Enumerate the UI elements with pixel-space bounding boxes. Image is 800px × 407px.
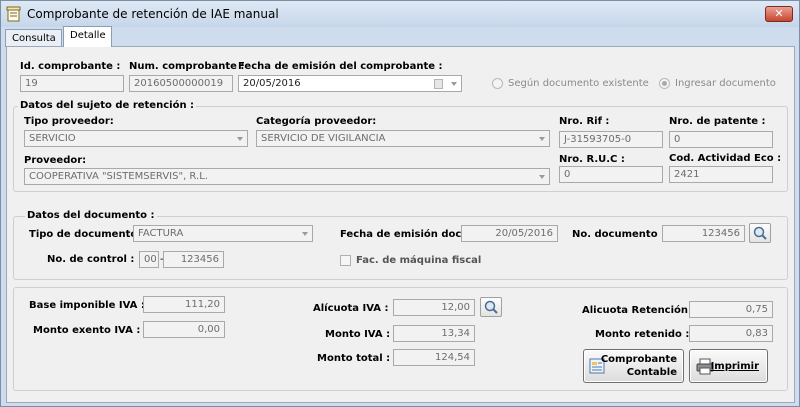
fac-maquina-fiscal-checkbox[interactable] <box>340 255 351 266</box>
alicuota-iva-label: Alícuota IVA : <box>313 303 389 314</box>
title-bar[interactable]: Comprobante de retención de IAE manual ✕ <box>1 1 799 27</box>
nro-ruc-field[interactable]: 0 <box>559 166 663 183</box>
monto-exento-label: Monto exento IVA : <box>33 325 141 336</box>
nro-rif-label: Nro. Rif : <box>559 116 610 127</box>
nro-patente-field[interactable]: 0 <box>669 131 773 148</box>
categoria-proveedor-label: Categoría proveedor: <box>256 116 377 127</box>
radio-documento-existente-label: Según documento existente <box>508 78 649 89</box>
radio-ingresar-documento-label: Ingresar documento <box>675 78 776 89</box>
categoria-proveedor-value: SERVICIO DE VIGILANCIA <box>261 133 386 144</box>
comprobante-button-line2: Contable <box>626 367 677 378</box>
chevron-down-icon[interactable] <box>302 232 308 236</box>
cod-actividad-field[interactable]: 2421 <box>669 166 773 183</box>
nro-ruc-label: Nro. R.U.C : <box>559 154 625 165</box>
radio-documento-existente[interactable] <box>492 78 503 89</box>
proveedor-label: Proveedor: <box>24 155 87 166</box>
monto-total-field[interactable]: 124,54 <box>393 349 475 366</box>
search-icon <box>753 226 767 240</box>
nro-patente-label: Nro. de patente : <box>669 116 766 127</box>
tipo-proveedor-value: SERVICIO <box>29 133 76 144</box>
num-comprobante-field[interactable]: 20160500000019 <box>129 75 233 92</box>
window-title: Comprobante de retención de IAE manual <box>27 7 279 21</box>
no-control-prefix-field[interactable]: 00 <box>139 251 159 268</box>
fecha-doc-label: Fecha de emisión doc. : <box>340 229 473 240</box>
base-imponible-label: Base imponible IVA : <box>29 300 145 311</box>
no-control-field[interactable]: 123456 <box>163 251 224 268</box>
alicuota-retencion-label: Alicuota Retención : <box>582 305 696 316</box>
tipo-documento-label: Tipo de documento: <box>29 229 142 240</box>
comprobante-button-line1: Comprobante <box>600 354 677 365</box>
comprobante-contable-button[interactable]: Comprobante Contable <box>583 349 684 383</box>
chevron-down-icon[interactable] <box>539 137 545 141</box>
search-documento-button[interactable] <box>749 223 771 243</box>
monto-iva-field[interactable]: 13,34 <box>393 325 475 342</box>
monto-retenido-label: Monto retenido : <box>595 329 690 340</box>
fecha-comprobante-value: 20/05/2016 <box>243 78 301 89</box>
fecha-doc-field[interactable]: 20/05/2016 <box>461 225 558 242</box>
imprimir-button-label: Imprimir <box>710 361 759 372</box>
monto-retenido-field[interactable]: 0,83 <box>689 325 773 342</box>
cod-actividad-label: Cod. Actividad Eco : <box>669 153 782 164</box>
nro-rif-field[interactable]: J-31593705-0 <box>559 131 663 148</box>
tab-detalle[interactable]: Detalle <box>63 26 112 47</box>
monto-total-label: Monto total : <box>317 353 391 364</box>
monto-exento-field[interactable]: 0,00 <box>143 321 225 338</box>
id-comprobante-field[interactable]: 19 <box>20 75 124 92</box>
app-icon <box>6 6 21 22</box>
detail-panel: Id. comprobante : 19 Num. comprobante : … <box>6 46 795 403</box>
no-documento-label: No. documento : <box>572 229 666 240</box>
no-documento-field[interactable]: 123456 <box>662 225 745 242</box>
tab-consulta[interactable]: Consulta <box>5 29 62 47</box>
chevron-down-icon[interactable] <box>451 82 457 86</box>
fac-maquina-fiscal-label: Fac. de máquina fiscal <box>356 255 482 266</box>
monto-iva-label: Monto IVA : <box>325 329 391 340</box>
close-button[interactable]: ✕ <box>765 6 793 22</box>
tipo-documento-select[interactable]: FACTURA <box>133 225 313 242</box>
proveedor-select[interactable]: COOPERATIVA "SISTEMSERVIS", R.L. <box>24 168 550 185</box>
search-icon <box>484 300 498 314</box>
id-comprobante-label: Id. comprobante : <box>20 61 121 72</box>
fecha-comprobante-field[interactable]: 20/05/2016 <box>238 75 462 92</box>
chevron-down-icon[interactable] <box>237 137 243 141</box>
no-control-label: No. de control : <box>47 254 135 265</box>
tipo-proveedor-select[interactable]: SERVICIO <box>24 130 248 147</box>
tipo-documento-value: FACTURA <box>138 228 184 239</box>
categoria-proveedor-select[interactable]: SERVICIO DE VIGILANCIA <box>256 130 550 147</box>
search-alicuota-button[interactable] <box>480 297 502 317</box>
imprimir-button[interactable]: Imprimir <box>689 349 768 383</box>
documento-group-title: Datos del documento : <box>25 210 157 221</box>
tipo-proveedor-label: Tipo proveedor: <box>24 116 114 127</box>
fecha-comprobante-label: Fecha de emisión del comprobante : <box>238 61 443 72</box>
num-comprobante-label: Num. comprobante : <box>129 61 245 72</box>
sujeto-group-title: Datos del sujeto de retención : <box>18 100 197 111</box>
proveedor-value: COOPERATIVA "SISTEMSERVIS", R.L. <box>29 171 208 182</box>
alicuota-retencion-field[interactable]: 0,75 <box>689 301 773 318</box>
calendar-icon[interactable] <box>434 79 443 89</box>
radio-ingresar-documento[interactable] <box>659 78 670 89</box>
chevron-down-icon[interactable] <box>539 175 545 179</box>
base-imponible-field[interactable]: 111,20 <box>143 296 225 313</box>
main-window: Comprobante de retención de IAE manual ✕… <box>0 0 800 407</box>
alicuota-iva-field[interactable]: 12,00 <box>393 299 475 316</box>
